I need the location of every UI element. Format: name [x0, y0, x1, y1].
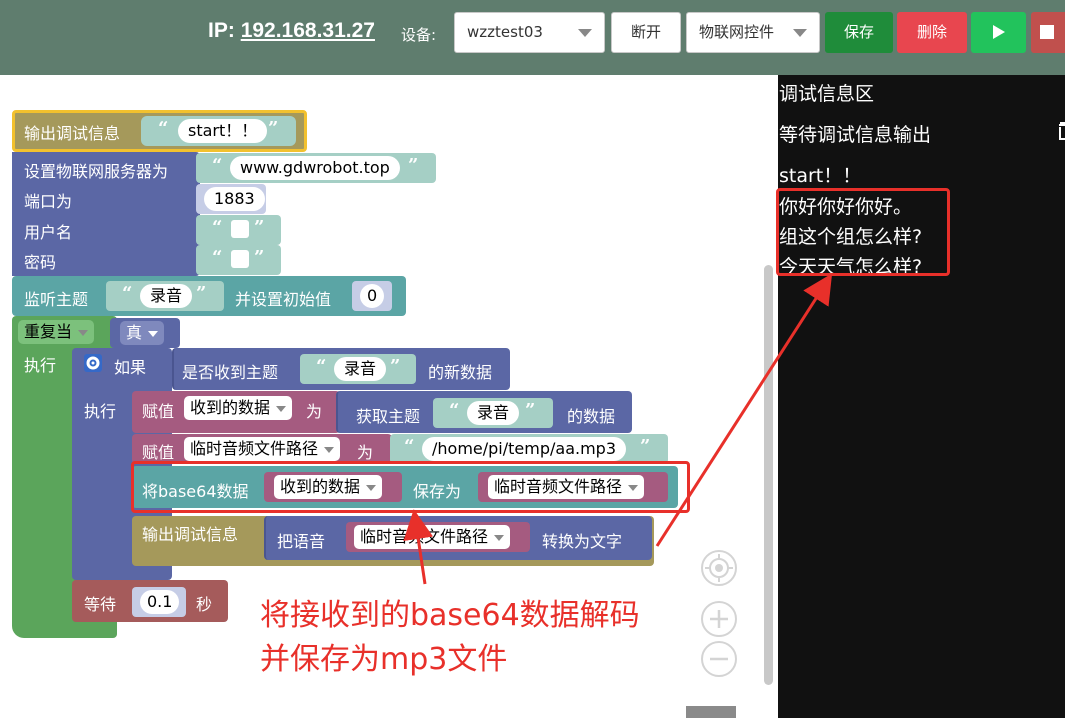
annotation-line2: 并保存为mp3文件: [260, 642, 508, 677]
annotation-line1: 将接收到的base64数据解码: [260, 598, 640, 633]
